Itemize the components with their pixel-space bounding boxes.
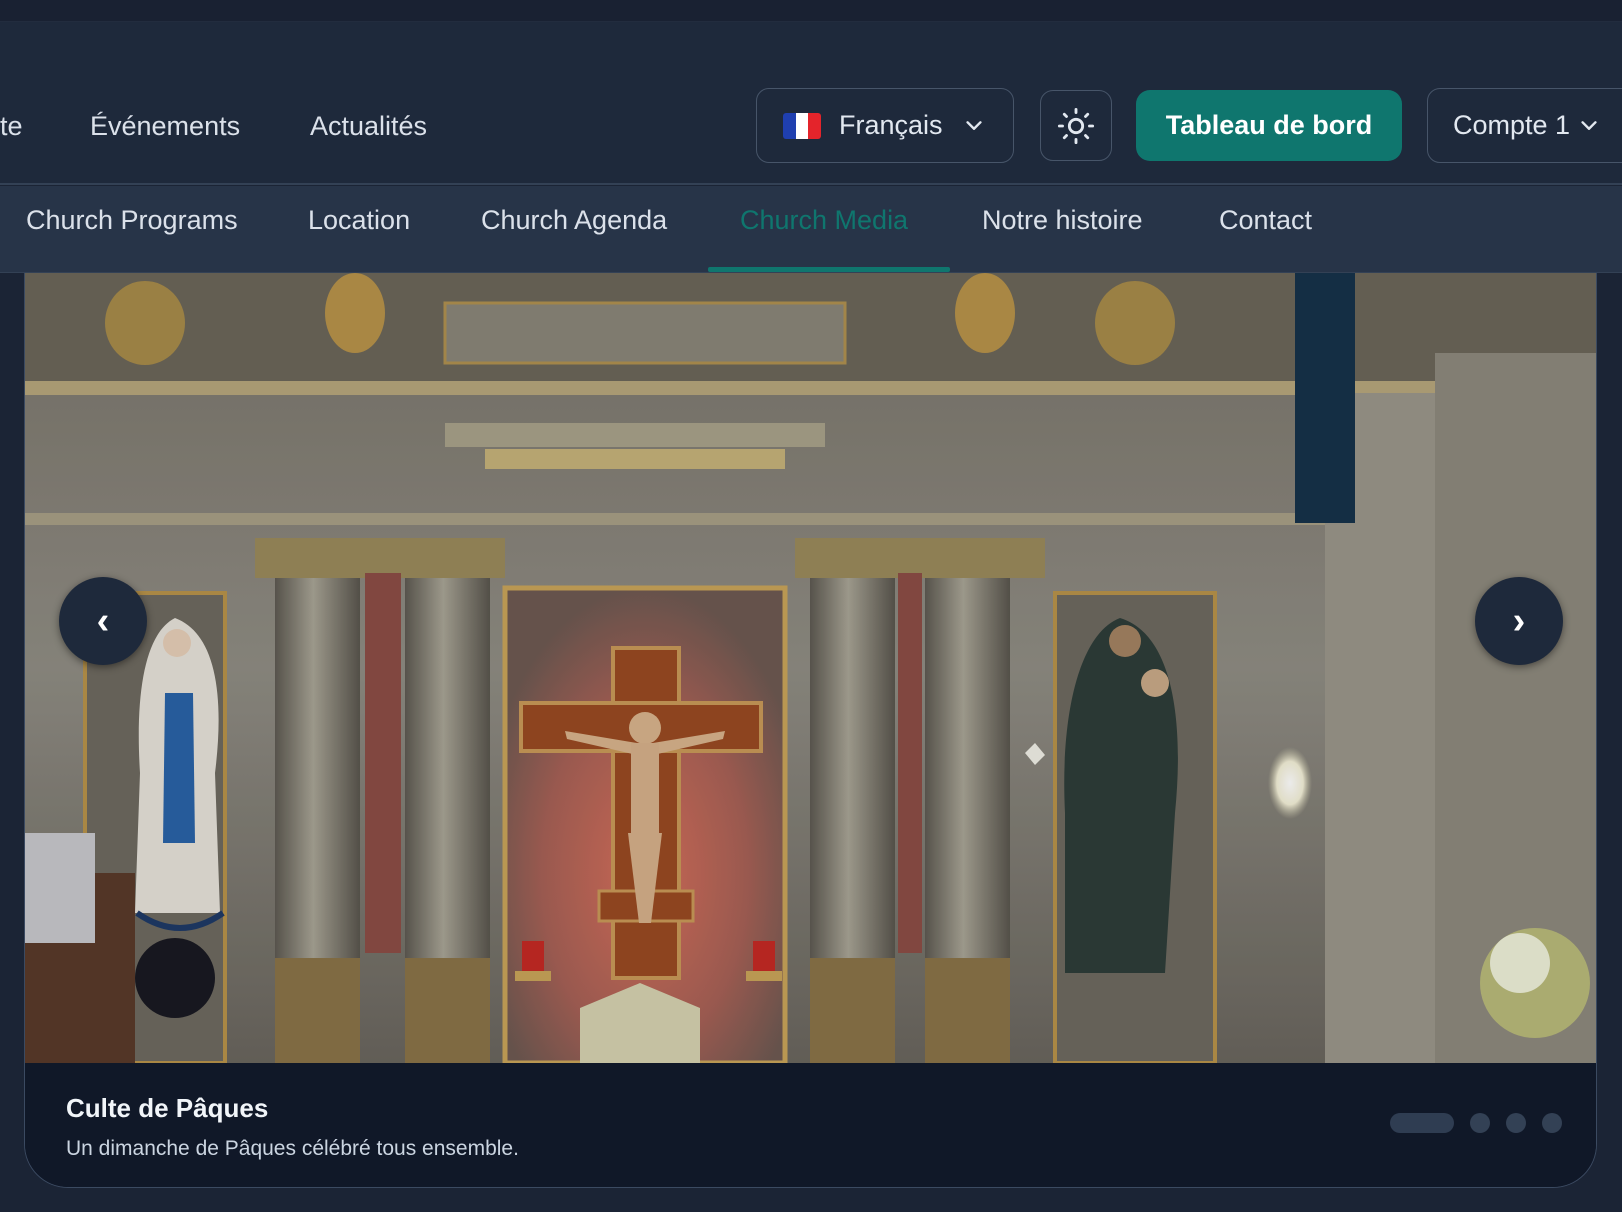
chevron-down-icon bbox=[966, 121, 982, 130]
nav-item-evenements[interactable]: Événements bbox=[90, 86, 240, 166]
tab-contact[interactable]: Contact bbox=[1219, 186, 1312, 273]
sun-icon bbox=[1057, 107, 1095, 144]
carousel-dot-1[interactable] bbox=[1390, 1113, 1454, 1133]
slide-title: Culte de Pâques bbox=[66, 1093, 269, 1123]
site-header: te Événements Actualités Français Tablea… bbox=[0, 22, 1622, 185]
dashboard-button[interactable]: Tableau de bord bbox=[1136, 90, 1402, 161]
nav-item-actualites[interactable]: Actualités bbox=[310, 86, 427, 166]
theme-toggle-button[interactable] bbox=[1040, 90, 1112, 161]
tab-location[interactable]: Location bbox=[308, 186, 410, 273]
altar-photo bbox=[25, 273, 1596, 1063]
chevron-down-icon bbox=[1581, 121, 1597, 130]
tab-church-media[interactable]: Church Media bbox=[740, 186, 908, 273]
french-flag-icon bbox=[783, 112, 821, 139]
tab-notre-histoire[interactable]: Notre histoire bbox=[982, 186, 1143, 273]
carousel-next-button[interactable]: › bbox=[1475, 577, 1563, 665]
sub-navigation: Church Programs Location Church Agenda C… bbox=[0, 186, 1622, 273]
active-tab-indicator bbox=[708, 267, 950, 272]
account-menu-button[interactable]: Compte 1 bbox=[1427, 88, 1622, 163]
tab-church-agenda[interactable]: Church Agenda bbox=[481, 186, 667, 273]
carousel-pagination bbox=[1390, 1113, 1562, 1133]
chevron-right-icon: › bbox=[1512, 599, 1526, 642]
carousel-dot-2[interactable] bbox=[1470, 1113, 1490, 1133]
browser-top-strip bbox=[0, 0, 1622, 22]
media-carousel: ‹ › Culte de Pâques Un dimanche de Pâque… bbox=[24, 273, 1597, 1188]
tab-church-programs[interactable]: Church Programs bbox=[26, 186, 238, 273]
carousel-dot-3[interactable] bbox=[1506, 1113, 1526, 1133]
account-label: Compte 1 bbox=[1453, 110, 1571, 140]
carousel-slide-image bbox=[25, 273, 1596, 1063]
carousel-prev-button[interactable]: ‹ bbox=[59, 577, 147, 665]
carousel-dot-4[interactable] bbox=[1542, 1113, 1562, 1133]
chevron-left-icon: ‹ bbox=[96, 599, 110, 642]
slide-description: Un dimanche de Pâques célébré tous ensem… bbox=[66, 1137, 519, 1160]
language-label: Français bbox=[839, 110, 943, 140]
slide-caption: Culte de Pâques Un dimanche de Pâques cé… bbox=[25, 1063, 1596, 1187]
nav-item-truncated[interactable]: te bbox=[0, 86, 23, 166]
language-select[interactable]: Français bbox=[756, 88, 1014, 163]
